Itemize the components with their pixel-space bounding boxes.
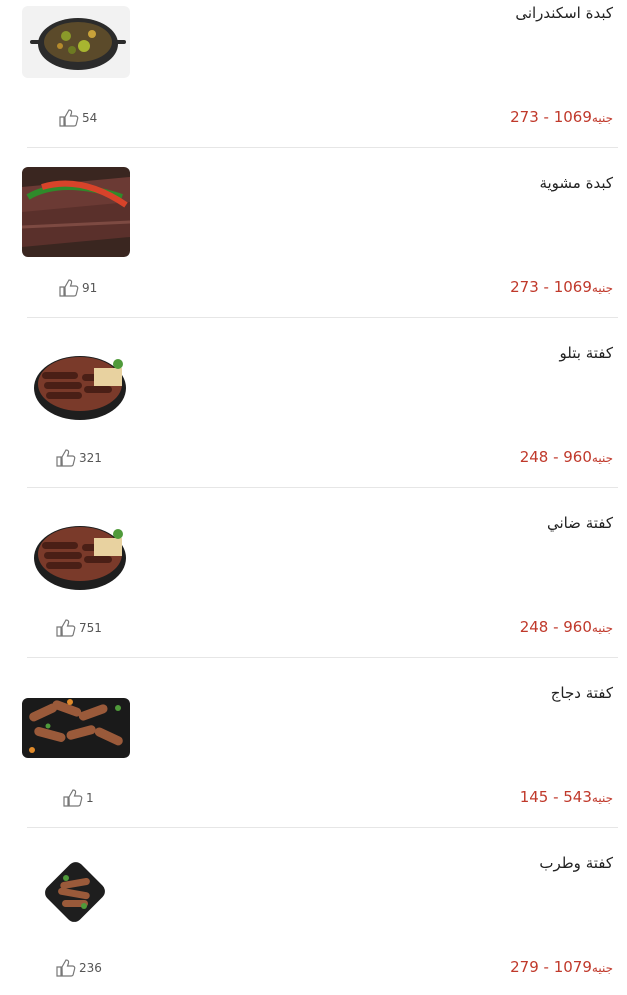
price-range: 145 - 543 xyxy=(519,788,592,806)
item-divider xyxy=(27,487,618,488)
price-range: 248 - 960 xyxy=(519,448,592,466)
price-range: 273 - 1069 xyxy=(510,278,592,296)
like-button[interactable]: 54 xyxy=(58,108,97,128)
dish-name: كفتة ضاني xyxy=(546,514,613,532)
thumbs-up-icon xyxy=(56,959,76,977)
dish-price: 279 - 1079جنيه xyxy=(510,958,613,976)
dish-photo xyxy=(22,344,130,434)
dish-photo xyxy=(22,6,130,78)
dish-image[interactable] xyxy=(22,344,130,434)
dish-image[interactable] xyxy=(22,858,130,930)
menu-item[interactable]: كبدة مشوية 273 - 1069جنيه 91 xyxy=(0,167,627,340)
menu-item[interactable]: كفتة ضاني 248 - 960جنيه 751 xyxy=(0,510,627,680)
dish-photo xyxy=(22,858,130,930)
menu-item[interactable]: كبدة اسكندرانى 273 - 1069جنيه 54 xyxy=(0,0,627,170)
like-button[interactable]: 236 xyxy=(55,958,102,978)
thumbs-up-icon xyxy=(56,619,76,637)
dish-image[interactable] xyxy=(22,167,130,257)
dish-price: 273 - 1069جنيه xyxy=(510,108,613,126)
thumbs-up-icon xyxy=(56,449,76,467)
dish-name: كبدة اسكندرانى xyxy=(515,4,613,22)
currency-label: جنيه xyxy=(591,791,613,805)
like-count: 91 xyxy=(82,281,98,295)
price-range: 279 - 1079 xyxy=(510,958,592,976)
menu-list: كبدة اسكندرانى 273 - 1069جنيه 54 كبدة مش… xyxy=(0,0,627,995)
menu-item[interactable]: كفتة وطرب 279 - 1079جنيه 236 xyxy=(0,850,627,995)
dish-photo xyxy=(22,698,130,758)
dish-name: كفتة وطرب xyxy=(539,854,613,872)
dish-name: كفتة بتلو xyxy=(559,344,613,362)
like-count: 236 xyxy=(79,961,102,975)
dish-price: 248 - 960جنيه xyxy=(520,618,613,636)
thumbs-up-icon xyxy=(59,279,79,297)
dish-photo xyxy=(22,167,130,257)
currency-label: جنيه xyxy=(591,621,613,635)
like-button[interactable]: 91 xyxy=(58,278,97,298)
currency-label: جنيه xyxy=(591,281,613,295)
like-count: 751 xyxy=(79,621,102,635)
menu-item[interactable]: كفتة بتلو 248 - 960جنيه 321 xyxy=(0,340,627,510)
dish-image[interactable] xyxy=(22,6,130,78)
item-divider xyxy=(27,657,618,658)
dish-image[interactable] xyxy=(22,514,130,604)
like-count: 54 xyxy=(82,111,98,125)
currency-label: جنيه xyxy=(591,451,613,465)
thumbs-up-icon xyxy=(63,789,83,807)
dish-photo xyxy=(22,514,130,604)
dish-price: 248 - 960جنيه xyxy=(520,448,613,466)
dish-image[interactable] xyxy=(22,698,130,758)
like-button[interactable]: 321 xyxy=(55,448,102,468)
like-count: 1 xyxy=(86,791,94,805)
like-button[interactable]: 751 xyxy=(55,618,102,638)
dish-price: 145 - 543جنيه xyxy=(520,788,613,806)
price-range: 273 - 1069 xyxy=(510,108,592,126)
item-divider xyxy=(27,827,618,828)
dish-price: 273 - 1069جنيه xyxy=(510,278,613,296)
like-button[interactable]: 1 xyxy=(62,788,94,808)
dish-name: كفتة دجاج xyxy=(550,684,613,702)
dish-name: كبدة مشوية xyxy=(539,174,613,192)
price-range: 248 - 960 xyxy=(519,618,592,636)
menu-item[interactable]: كفتة دجاج 145 - 543جنيه 1 xyxy=(0,680,627,850)
item-divider xyxy=(27,317,618,318)
like-count: 321 xyxy=(79,451,102,465)
currency-label: جنيه xyxy=(591,111,613,125)
item-divider xyxy=(27,147,618,148)
currency-label: جنيه xyxy=(591,961,613,975)
thumbs-up-icon xyxy=(59,109,79,127)
